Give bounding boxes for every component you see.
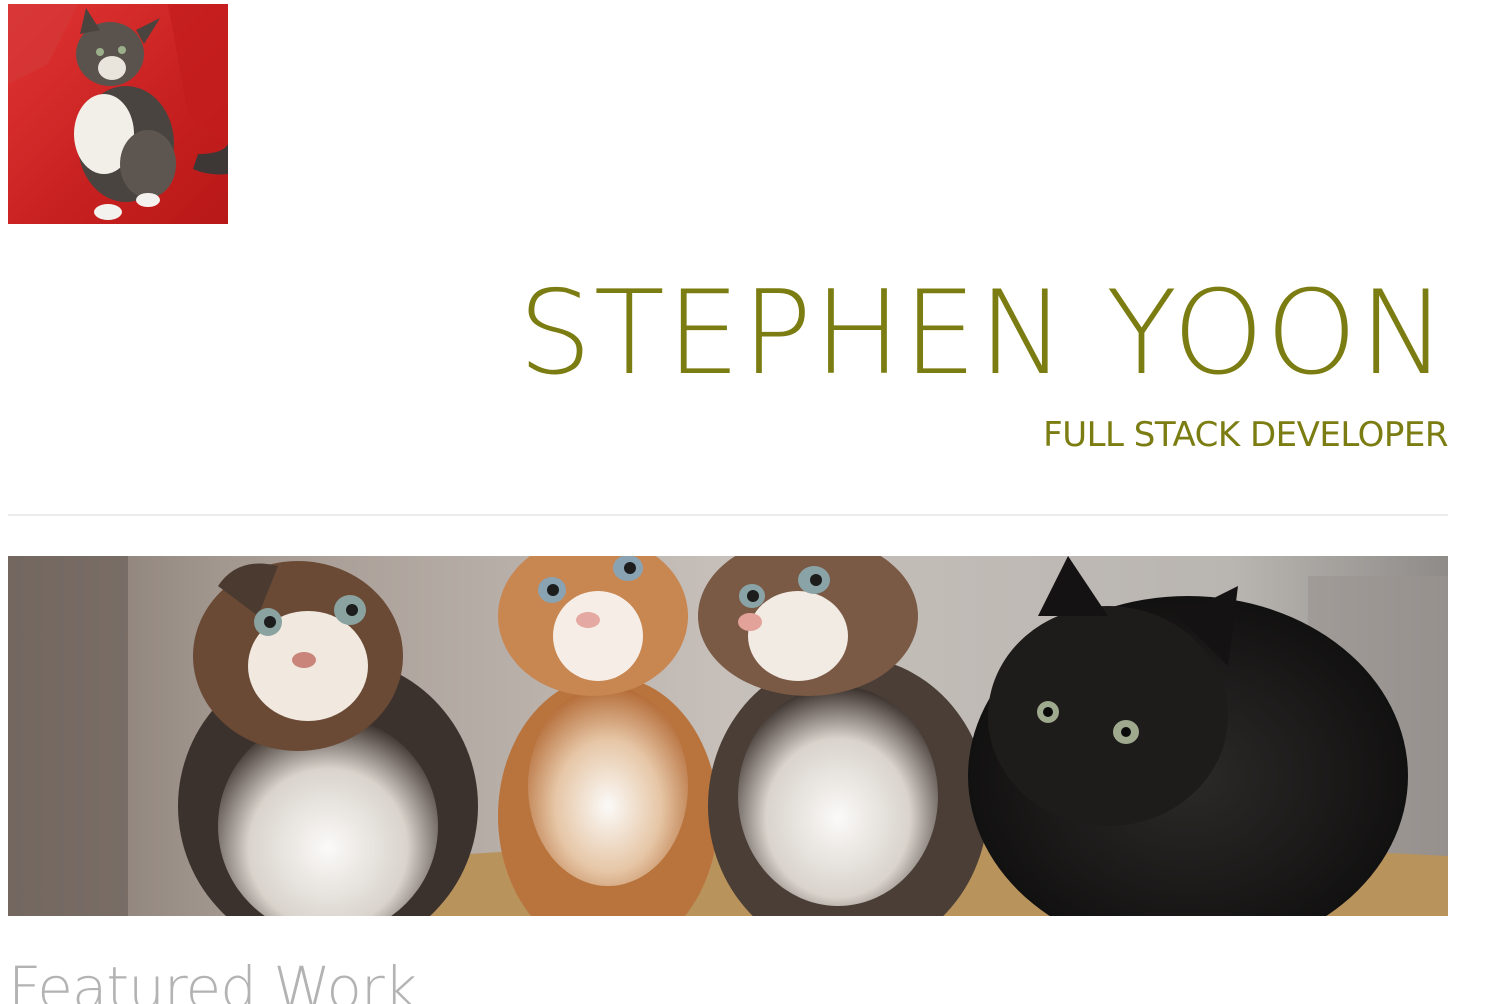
page: STEPHEN YOON FULL STACK DEVELOPER Featur… [0,0,1496,1004]
featured-work-heading: Featured Work [8,954,417,1004]
banner [8,556,1448,916]
logo-link[interactable] [8,4,228,224]
kittens-banner-image [8,556,1448,916]
header-divider [8,514,1448,516]
site-header: STEPHEN YOON FULL STACK DEVELOPER [518,264,1448,456]
site-subtitle: FULL STACK DEVELOPER [1043,415,1448,455]
site-name: STEPHEN YOON [518,266,1448,401]
kitten-avatar-image [8,4,228,224]
